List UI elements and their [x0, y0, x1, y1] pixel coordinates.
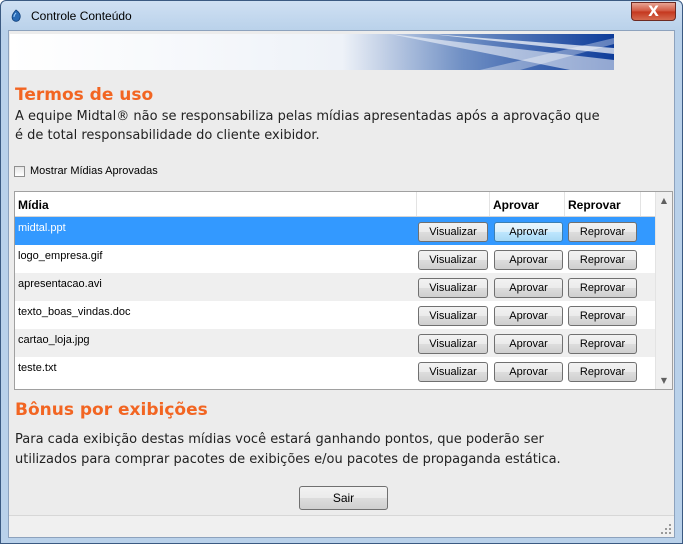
view-button[interactable]: Visualizar [418, 278, 488, 298]
media-filename: cartao_loja.jpg [18, 334, 90, 346]
media-row[interactable]: midtal.ppt Visualizar Aprovar Reprovar [15, 217, 656, 245]
show-approved-checkbox[interactable] [14, 166, 25, 177]
client-area: Termos de uso A equipe Midtal® não se re… [8, 30, 675, 538]
bonus-line-1: Para cada exibição destas mídias você es… [15, 432, 544, 447]
grid-scrollbar[interactable]: ▲ ▼ [655, 192, 672, 389]
reject-button[interactable]: Reprovar [568, 250, 637, 270]
header-banner [10, 34, 614, 70]
approve-button[interactable]: Aprovar [494, 222, 563, 242]
media-grid: Mídia Aprovar Reprovar midtal.ppt Visual… [14, 191, 673, 390]
scroll-up-arrow-icon[interactable]: ▲ [656, 192, 672, 209]
terms-text: A equipe Midtal® não se responsabiliza p… [15, 107, 600, 145]
column-header-view[interactable] [417, 192, 490, 216]
reject-button[interactable]: Reprovar [568, 222, 637, 242]
approve-button[interactable]: Aprovar [494, 306, 563, 326]
reject-button[interactable]: Reprovar [568, 362, 637, 382]
app-window: Controle Conteúdo X Termos de uso A equi… [0, 0, 683, 544]
scroll-down-arrow-icon[interactable]: ▼ [656, 372, 672, 389]
resize-grip-icon[interactable] [660, 523, 672, 535]
bonus-heading: Bônus por exibições [15, 400, 208, 420]
media-filename: teste.txt [18, 362, 57, 374]
approve-button[interactable]: Aprovar [494, 278, 563, 298]
close-icon: X [648, 4, 659, 20]
media-filename: apresentacao.avi [18, 278, 102, 290]
window-title: Controle Conteúdo [31, 9, 132, 23]
view-button[interactable]: Visualizar [418, 250, 488, 270]
column-header-reject[interactable]: Reprovar [565, 192, 641, 216]
terms-heading: Termos de uso [15, 85, 154, 105]
bonus-line-2: utilizados para comprar pacotes de exibi… [15, 452, 561, 467]
media-row[interactable]: texto_boas_vindas.doc Visualizar Aprovar… [15, 301, 656, 329]
status-bar [9, 515, 674, 537]
reject-button[interactable]: Reprovar [568, 334, 637, 354]
approve-button[interactable]: Aprovar [494, 250, 563, 270]
title-bar[interactable]: Controle Conteúdo X [1, 1, 682, 31]
view-button[interactable]: Visualizar [418, 306, 488, 326]
media-row[interactable]: teste.txt Visualizar Aprovar Reprovar [15, 357, 656, 385]
media-row[interactable]: apresentacao.avi Visualizar Aprovar Repr… [15, 273, 656, 301]
show-approved-label: Mostrar Mídias Aprovadas [30, 165, 158, 177]
app-drop-icon [11, 9, 21, 22]
view-button[interactable]: Visualizar [418, 222, 488, 242]
media-filename: logo_empresa.gif [18, 250, 103, 262]
media-row[interactable]: logo_empresa.gif Visualizar Aprovar Repr… [15, 245, 656, 273]
bonus-text: Para cada exibição destas mídias você es… [15, 430, 561, 470]
terms-line-2: é de total responsabilidade do cliente e… [15, 128, 320, 143]
terms-line-1: A equipe Midtal® não se responsabiliza p… [15, 109, 600, 124]
media-filename: midtal.ppt [18, 222, 66, 234]
reject-button[interactable]: Reprovar [568, 278, 637, 298]
column-header-approve[interactable]: Aprovar [490, 192, 565, 216]
grid-header: Mídia Aprovar Reprovar [15, 192, 656, 217]
approve-button[interactable]: Aprovar [494, 362, 563, 382]
view-button[interactable]: Visualizar [418, 362, 488, 382]
media-row[interactable]: cartao_loja.jpg Visualizar Aprovar Repro… [15, 329, 656, 357]
reject-button[interactable]: Reprovar [568, 306, 637, 326]
media-filename: texto_boas_vindas.doc [18, 306, 131, 318]
view-button[interactable]: Visualizar [418, 334, 488, 354]
approve-button[interactable]: Aprovar [494, 334, 563, 354]
exit-button[interactable]: Sair [299, 486, 388, 510]
column-header-media[interactable]: Mídia [15, 192, 417, 216]
close-button[interactable]: X [631, 2, 676, 21]
